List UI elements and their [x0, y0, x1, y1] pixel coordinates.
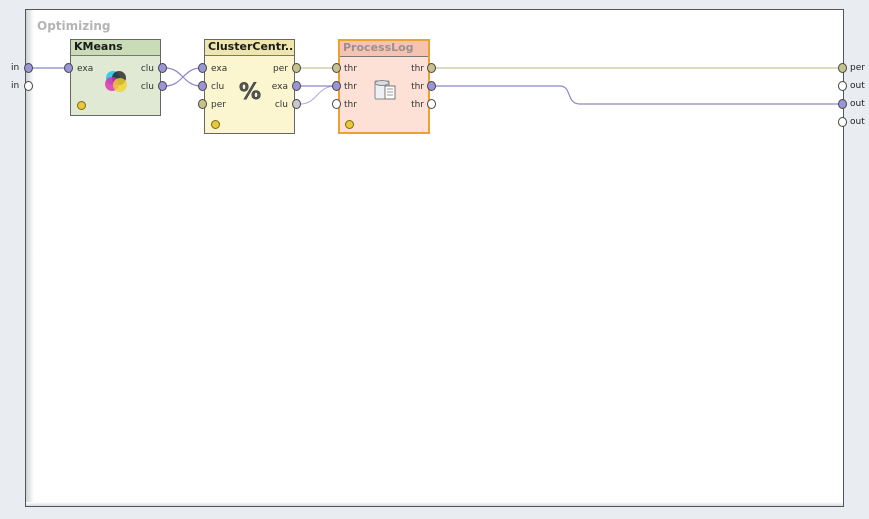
- source-port-label: in: [11, 63, 20, 73]
- operator-status-indicator: [211, 120, 220, 129]
- input-port-label: thr: [344, 82, 357, 92]
- kmeans-output-clu-2[interactable]: [158, 81, 167, 91]
- centroid-input-per[interactable]: [198, 99, 207, 109]
- log-input-thr-2[interactable]: [332, 81, 341, 91]
- input-port-label: thr: [344, 100, 357, 110]
- centroid-output-exa[interactable]: [292, 81, 301, 91]
- sink-port-label: out: [850, 117, 865, 127]
- operator-status-indicator: [77, 101, 86, 110]
- percent-icon: %: [239, 80, 262, 104]
- operator-title: KMeans: [71, 40, 160, 56]
- input-port-label: per: [211, 100, 226, 110]
- source-port-in-2[interactable]: [24, 81, 33, 91]
- output-port-label: per: [273, 64, 288, 74]
- input-port-label: exa: [211, 64, 228, 74]
- kmeans-input-exa[interactable]: [64, 63, 73, 73]
- log-output-thr-3[interactable]: [427, 99, 436, 109]
- operator-status-indicator: [345, 120, 354, 129]
- sink-port-label: out: [850, 81, 865, 91]
- output-port-label: thr: [411, 64, 424, 74]
- output-port-label: exa: [271, 82, 288, 92]
- centroid-output-per[interactable]: [292, 63, 301, 73]
- centroid-input-exa[interactable]: [198, 63, 207, 73]
- output-port-label: thr: [411, 82, 424, 92]
- operator-cluster-centroid[interactable]: ClusterCentr... exa clu per per exa clu …: [204, 39, 295, 134]
- operator-process-log[interactable]: ProcessLog thr thr thr thr thr thr: [338, 39, 430, 134]
- wire-log-thr-to-out: [434, 85, 840, 105]
- operator-title: ProcessLog: [340, 41, 428, 57]
- wire-centroid-clu-to-log: [299, 85, 337, 105]
- sink-port-out-2[interactable]: [838, 99, 847, 109]
- source-port-label: in: [11, 81, 20, 91]
- input-port-label: exa: [77, 64, 94, 74]
- output-port-label: clu: [140, 82, 154, 92]
- input-port-label: thr: [344, 64, 357, 74]
- centroid-output-clu[interactable]: [292, 99, 301, 109]
- output-port-label: clu: [274, 100, 288, 110]
- sink-port-label: per: [850, 63, 865, 73]
- input-port-label: clu: [211, 82, 225, 92]
- log-output-thr-1[interactable]: [427, 63, 436, 73]
- sink-port-label: out: [850, 99, 865, 109]
- source-port-in-1[interactable]: [24, 63, 33, 73]
- kmeans-output-clu-1[interactable]: [158, 63, 167, 73]
- log-input-thr-3[interactable]: [332, 99, 341, 109]
- database-log-icon: [374, 80, 396, 100]
- log-output-thr-2[interactable]: [427, 81, 436, 91]
- operator-kmeans[interactable]: KMeans exa clu clu: [70, 39, 161, 116]
- svg-text:%: %: [239, 80, 261, 104]
- output-port-label: thr: [411, 100, 424, 110]
- wire-kmeans-clu-to-centroid-clu: [164, 67, 202, 87]
- sink-port-out-3[interactable]: [838, 117, 847, 127]
- sink-port-per[interactable]: [838, 63, 847, 73]
- operator-title: ClusterCentr...: [205, 40, 294, 56]
- venn-circles-icon: [105, 71, 127, 92]
- output-port-label: clu: [140, 64, 154, 74]
- log-input-thr-1[interactable]: [332, 63, 341, 73]
- sink-port-out-1[interactable]: [838, 81, 847, 91]
- centroid-input-clu[interactable]: [198, 81, 207, 91]
